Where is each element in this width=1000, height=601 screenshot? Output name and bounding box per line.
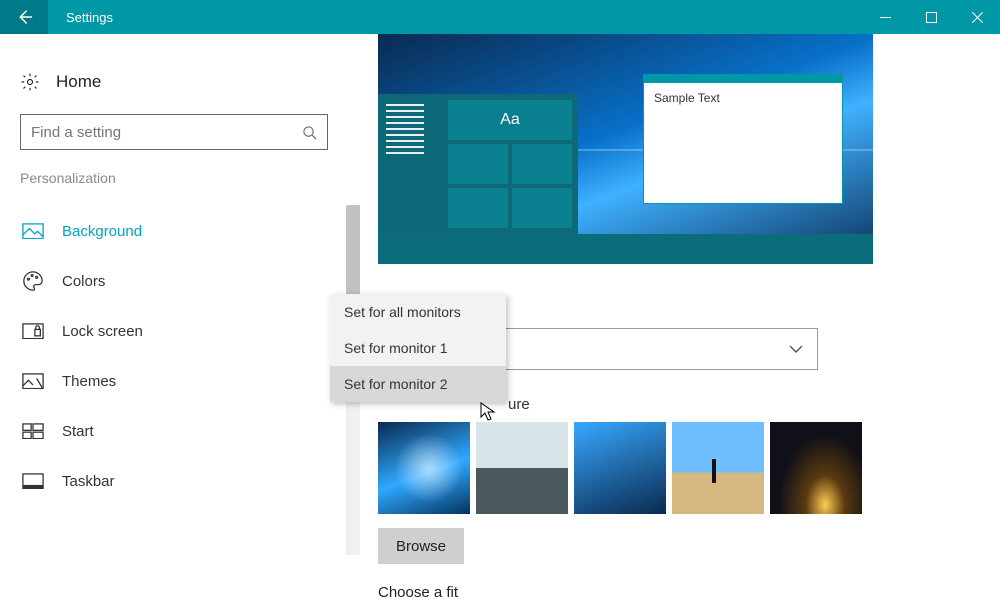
sidebar-item-label: Lock screen — [62, 323, 143, 340]
thumbnail-1[interactable] — [378, 422, 470, 514]
search-icon — [302, 125, 317, 140]
close-button[interactable] — [954, 0, 1000, 34]
picture-icon — [22, 223, 44, 240]
window-title: Settings — [48, 10, 862, 25]
sidebar: Home Personalization Background Colors L… — [0, 34, 348, 593]
picture-thumbnails — [378, 422, 862, 514]
preview-taskbar — [378, 234, 873, 264]
thumbnail-5[interactable] — [770, 422, 862, 514]
preview-sample-window: Sample Text — [643, 74, 843, 204]
back-icon — [15, 8, 33, 26]
sidebar-item-label: Taskbar — [62, 473, 115, 490]
category-label: Personalization — [20, 170, 328, 186]
sidebar-item-taskbar[interactable]: Taskbar — [20, 456, 328, 506]
search-box[interactable] — [20, 114, 328, 150]
sidebar-item-background[interactable]: Background — [20, 206, 328, 256]
main-content: Aa Sample Text Set for all monitors Set … — [348, 34, 1000, 593]
close-icon — [972, 12, 983, 23]
context-menu-item-monitor1[interactable]: Set for monitor 1 — [330, 330, 506, 366]
cursor-icon — [480, 402, 496, 427]
preview-sample-text: Sample Text — [644, 83, 842, 113]
lockscreen-icon — [22, 323, 44, 340]
context-menu: Set for all monitors Set for monitor 1 S… — [330, 294, 506, 402]
browse-button[interactable]: Browse — [378, 528, 464, 564]
taskbar-icon — [22, 473, 44, 490]
desktop-preview: Aa Sample Text — [378, 34, 873, 264]
sidebar-item-themes[interactable]: Themes — [20, 356, 328, 406]
sidebar-item-label: Start — [62, 423, 94, 440]
sidebar-item-lockscreen[interactable]: Lock screen — [20, 306, 328, 356]
thumbnail-4[interactable] — [672, 422, 764, 514]
search-input[interactable] — [31, 124, 302, 141]
sidebar-item-colors[interactable]: Colors — [20, 256, 328, 306]
palette-icon — [22, 270, 44, 292]
preview-start-panel: Aa — [378, 94, 578, 234]
start-icon — [22, 423, 44, 440]
context-menu-item-monitor2[interactable]: Set for monitor 2 — [330, 366, 506, 402]
sidebar-item-label: Background — [62, 223, 142, 240]
context-menu-item-all[interactable]: Set for all monitors — [330, 294, 506, 330]
thumbnail-3[interactable] — [574, 422, 666, 514]
window-titlebar: Settings — [0, 0, 1000, 34]
back-button[interactable] — [0, 0, 48, 34]
thumbnail-2[interactable] — [476, 422, 568, 514]
minimize-icon — [880, 12, 891, 23]
minimize-button[interactable] — [862, 0, 908, 34]
sidebar-item-label: Themes — [62, 373, 116, 390]
sidebar-item-start[interactable]: Start — [20, 406, 328, 456]
gear-icon — [20, 72, 40, 92]
themes-icon — [22, 373, 44, 390]
maximize-icon — [926, 12, 937, 23]
chevron-down-icon — [789, 345, 803, 353]
choose-picture-label-partial: ure — [508, 396, 530, 413]
sidebar-item-label: Colors — [62, 273, 105, 290]
home-link[interactable]: Home — [20, 72, 328, 92]
home-label: Home — [56, 72, 101, 92]
preview-tile-aa: Aa — [448, 100, 572, 140]
maximize-button[interactable] — [908, 0, 954, 34]
